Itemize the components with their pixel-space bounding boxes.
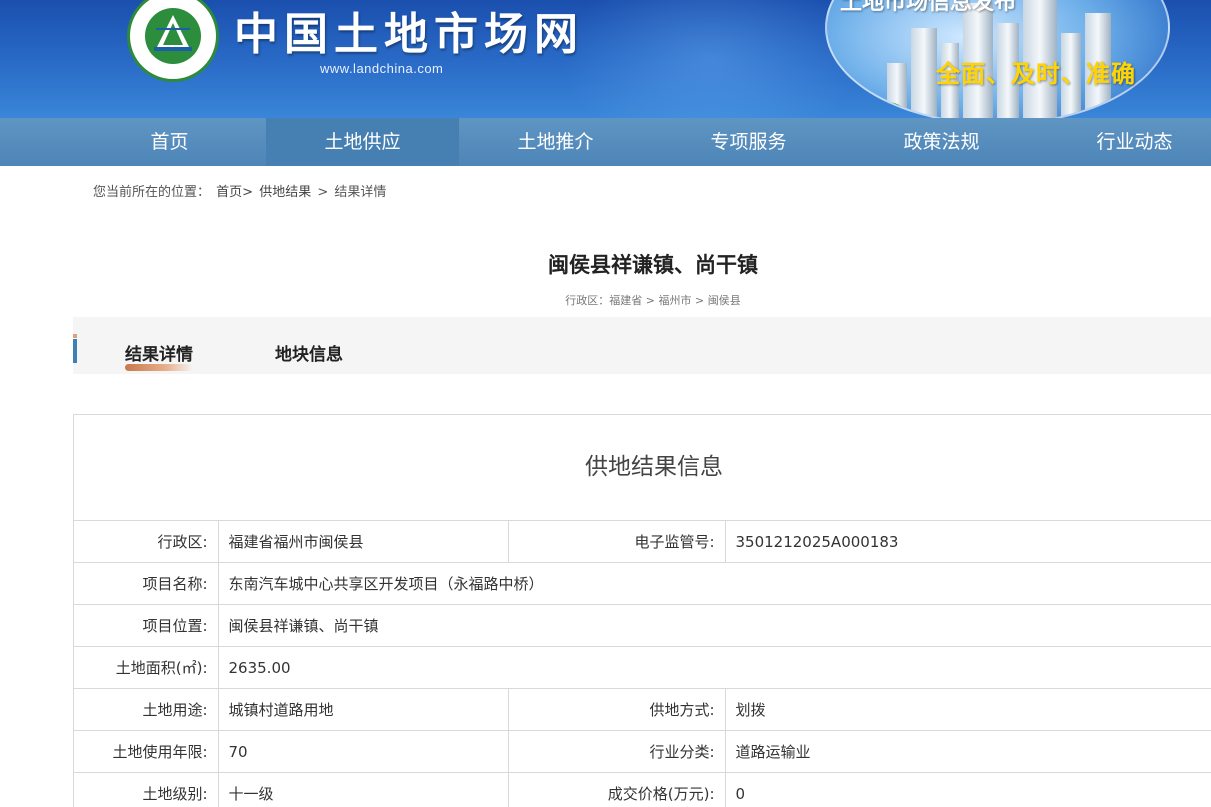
page-title: 闽侯县祥谦镇、尚干镇 <box>548 253 758 277</box>
breadcrumb-home[interactable]: 首页> <box>216 185 253 200</box>
field-label: 土地级别: <box>74 772 219 807</box>
field-value: 3501212025A000183 <box>725 520 1211 563</box>
field-value: 划拨 <box>725 688 1211 731</box>
field-label: 项目位置: <box>74 604 219 647</box>
site-url: www.landchina.com <box>320 61 444 76</box>
tab-bar-marker <box>73 339 77 363</box>
field-label: 行政区: <box>74 520 219 563</box>
breadcrumb-supply-results[interactable]: 供地结果 <box>259 185 311 200</box>
field-value: 东南汽车城中心共享区开发项目（永福路中桥） <box>218 562 1211 605</box>
table-row: 项目位置: 闽侯县祥谦镇、尚干镇 <box>74 604 1211 647</box>
breadcrumb: 您当前所在的位置： 首页> 供地结果 > 结果详情 <box>93 181 388 200</box>
banner-slogan: 全面、及时、准确 <box>936 60 1136 88</box>
nav-item-land-promotion[interactable]: 土地推介 <box>459 118 652 166</box>
field-label: 行业分类: <box>508 730 726 773</box>
tab-active-underline <box>125 364 193 371</box>
site-logo[interactable] <box>127 0 219 82</box>
tab-bar: 结果详情 地块信息 <box>73 317 1211 374</box>
site-banner: 中国土地市场网 www.landchina.com 土地市场信息发布 全面、及时… <box>0 0 1211 118</box>
field-value: 70 <box>218 730 509 773</box>
field-value: 闽侯县祥谦镇、尚干镇 <box>218 604 1211 647</box>
table-row: 项目名称: 东南汽车城中心共享区开发项目（永福路中桥） <box>74 562 1211 605</box>
site-title: 中国土地市场网 <box>234 9 584 60</box>
nav-item-home[interactable]: 首页 <box>73 118 266 166</box>
field-value: 2635.00 <box>218 646 1211 689</box>
tab-bar-accent <box>73 334 77 338</box>
field-label: 供地方式: <box>508 688 726 731</box>
result-table: 行政区: 福建省福州市闽侯县 电子监管号: 3501212025A000183 … <box>74 520 1211 807</box>
field-label: 土地用途: <box>74 688 219 731</box>
table-row: 土地面积(㎡): 2635.00 <box>74 646 1211 689</box>
tab-parcel-info[interactable]: 地块信息 <box>275 340 343 365</box>
table-row: 土地使用年限: 70 行业分类: 道路运输业 <box>74 730 1211 773</box>
banner-glow <box>560 0 860 118</box>
table-row: 土地用途: 城镇村道路用地 供地方式: 划拨 <box>74 688 1211 731</box>
field-value: 道路运输业 <box>725 730 1211 773</box>
breadcrumb-prefix: 您当前所在的位置： <box>93 185 211 200</box>
region-line: 行政区：福建省 > 福州市 > 闽侯县 <box>565 294 741 307</box>
logo-emblem-icon <box>133 0 213 76</box>
table-row: 行政区: 福建省福州市闽侯县 电子监管号: 3501212025A000183 <box>74 520 1211 563</box>
nav-item-land-supply[interactable]: 土地供应 <box>266 118 459 166</box>
field-label: 土地使用年限: <box>74 730 219 773</box>
main-nav: 首页 土地供应 土地推介 专项服务 政策法规 行业动态 <box>0 118 1211 166</box>
table-row: 土地级别: 十一级 成交价格(万元): 0 <box>74 772 1211 807</box>
field-label: 土地面积(㎡): <box>74 646 219 689</box>
breadcrumb-separator: > <box>317 185 329 200</box>
result-heading: 供地结果信息 <box>585 454 723 480</box>
field-value: 福建省福州市闽侯县 <box>218 520 509 563</box>
field-value: 0 <box>725 772 1211 807</box>
tab-result-details[interactable]: 结果详情 <box>125 340 193 365</box>
result-panel: 供地结果信息 行政区: 福建省福州市闽侯县 电子监管号: 3501212025A… <box>73 414 1211 807</box>
banner-slogan-top: 土地市场信息发布 <box>840 0 1017 15</box>
nav-item-policies[interactable]: 政策法规 <box>845 118 1038 166</box>
field-value: 十一级 <box>218 772 509 807</box>
field-label: 成交价格(万元): <box>508 772 726 807</box>
field-value: 城镇村道路用地 <box>218 688 509 731</box>
nav-item-special-services[interactable]: 专项服务 <box>652 118 845 166</box>
field-label: 项目名称: <box>74 562 219 605</box>
nav-item-industry-news[interactable]: 行业动态 <box>1038 118 1211 166</box>
field-label: 电子监管号: <box>508 520 726 563</box>
breadcrumb-current: 结果详情 <box>334 185 387 200</box>
